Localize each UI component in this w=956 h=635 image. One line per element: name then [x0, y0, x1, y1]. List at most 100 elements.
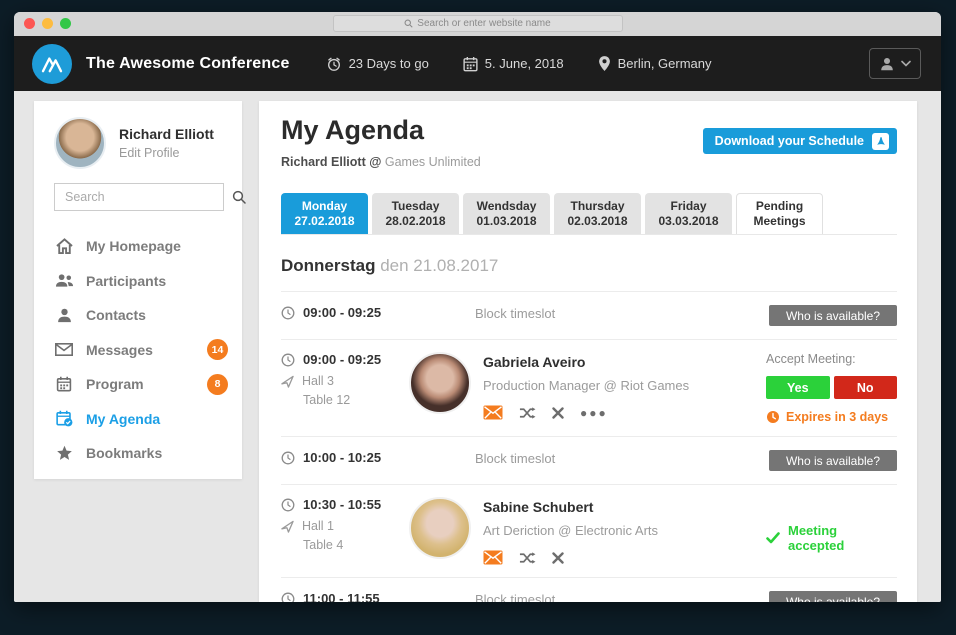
accept-no-button[interactable]: No [834, 376, 898, 399]
tab-day-label: Friday [670, 199, 706, 214]
tab-day-label: Wendsday [477, 199, 537, 214]
timeslot-label: Block timeslot [409, 450, 769, 466]
conference-logo[interactable] [32, 44, 72, 84]
participant-role: Production Manager @ Riot Games [483, 378, 766, 393]
tab-date-label: 28.02.2018 [385, 214, 445, 229]
meeting-accepted-status: Meeting accepted [766, 523, 897, 553]
tab-date-label: 27.02.2018 [294, 214, 354, 229]
day-heading-day: Donnerstag [281, 256, 375, 275]
profile-block: Richard Elliott Edit Profile [34, 101, 242, 169]
countdown-label: 23 Days to go [349, 56, 429, 71]
sidebar-item-label: Bookmarks [86, 445, 162, 461]
star-icon [54, 445, 74, 461]
event-location-label: Berlin, Germany [618, 56, 712, 71]
agenda-row-meeting: 09:00 - 09:25 Hall 3 Table 12 Gabriela A… [281, 339, 897, 436]
pdf-icon [872, 133, 889, 150]
chevron-down-icon [901, 60, 911, 67]
tab-friday[interactable]: Friday 03.03.2018 [645, 193, 732, 234]
sidebar-item-label: Participants [86, 273, 166, 289]
navigation-arrow-icon [281, 375, 294, 388]
who-is-available-button[interactable]: Who is available? [769, 591, 897, 602]
participant-avatar[interactable] [409, 497, 471, 559]
sidebar-item-contacts[interactable]: Contacts [54, 298, 228, 333]
contact-icon [54, 308, 74, 323]
subtitle-name: Richard Elliott @ [281, 155, 381, 169]
agenda-row-meeting: 10:30 - 10:55 Hall 1 Table 4 Sabine Schu… [281, 484, 897, 577]
minimize-window-button[interactable] [42, 18, 53, 29]
tab-thursday[interactable]: Thursday 02.03.2018 [554, 193, 641, 234]
who-is-available-button[interactable]: Who is available? [769, 305, 897, 326]
table-label: Table 4 [303, 538, 409, 552]
clock-icon [281, 451, 295, 465]
day-tabs: Monday 27.02.2018 Tuesday 28.02.2018 Wen… [281, 193, 897, 235]
sidebar-item-my-homepage[interactable]: My Homepage [54, 229, 228, 264]
envelope-icon [54, 343, 74, 356]
clock-icon [281, 353, 295, 367]
timeslot-label: Block timeslot [409, 591, 769, 602]
agenda-row-block: 09:00 - 09:25 Block timeslot Who is avai… [281, 291, 897, 339]
participant-name[interactable]: Sabine Schubert [483, 499, 766, 515]
table-label: Table 12 [303, 393, 409, 407]
agenda-row-block: 10:00 - 10:25 Block timeslot Who is avai… [281, 436, 897, 484]
tab-date-label: 01.03.2018 [476, 214, 536, 229]
search-icon[interactable] [232, 190, 246, 204]
tab-monday[interactable]: Monday 27.02.2018 [281, 193, 368, 234]
close-window-button[interactable] [24, 18, 35, 29]
sidebar-item-messages[interactable]: Messages 14 [54, 333, 228, 368]
cancel-meeting-icon[interactable] [552, 552, 564, 564]
clock-icon [281, 592, 295, 603]
clock-icon [281, 498, 295, 512]
sidebar-item-label: My Agenda [86, 411, 160, 427]
timeslot-label: Block timeslot [409, 305, 769, 321]
zoom-window-button[interactable] [60, 18, 71, 29]
sidebar-item-label: My Homepage [86, 238, 181, 254]
tab-date-label: Meetings [753, 214, 805, 229]
accept-meeting-label: Accept Meeting: [766, 352, 897, 366]
day-heading: Donnerstag den 21.08.2017 [281, 256, 897, 276]
send-message-icon[interactable] [483, 405, 503, 420]
edit-profile-link[interactable]: Edit Profile [119, 146, 214, 160]
browser-address-bar[interactable]: Search or enter website name [333, 15, 623, 32]
more-options-icon[interactable]: ●●● [580, 406, 608, 420]
sidebar-item-program[interactable]: Program 8 [54, 367, 228, 402]
sidebar: Richard Elliott Edit Profile My Homepage… [34, 101, 242, 479]
navigation-arrow-icon [281, 520, 294, 533]
sidebar-item-participants[interactable]: Participants [54, 264, 228, 299]
sidebar-search-input[interactable] [55, 190, 232, 204]
download-schedule-button[interactable]: Download your Schedule [703, 128, 897, 154]
user-icon [879, 56, 895, 72]
expires-label: Expires in 3 days [786, 410, 888, 424]
reschedule-shuffle-icon[interactable] [519, 406, 536, 420]
sidebar-item-bookmarks[interactable]: Bookmarks [54, 436, 228, 471]
cancel-meeting-icon[interactable] [552, 407, 564, 419]
reschedule-shuffle-icon[interactable] [519, 551, 536, 565]
browser-chrome: Search or enter website name [14, 12, 941, 36]
browser-window: Search or enter website name The Awesome… [14, 12, 941, 602]
expires-clock-icon [766, 410, 780, 424]
tab-pending-meetings[interactable]: Pending Meetings [736, 193, 823, 234]
timeslot-time: 11:00 - 11:55 [303, 591, 380, 602]
participant-name[interactable]: Gabriela Aveiro [483, 354, 766, 370]
send-message-icon[interactable] [483, 550, 503, 565]
sidebar-item-label: Contacts [86, 307, 146, 323]
agenda-panel: My Agenda Richard Elliott @ Games Unlimi… [259, 101, 917, 602]
timeslot-time: 09:00 - 09:25 [303, 352, 381, 367]
day-heading-date: den 21.08.2017 [375, 256, 498, 275]
subtitle-company: Games Unlimited [385, 155, 481, 169]
agenda-row-block: 11:00 - 11:55 Block timeslot Who is avai… [281, 577, 897, 602]
hall-label: Hall 3 [302, 374, 334, 388]
sidebar-item-label: Messages [86, 342, 153, 358]
participant-avatar[interactable] [409, 352, 471, 414]
sidebar-item-my-agenda[interactable]: My Agenda [54, 402, 228, 437]
tab-wednesday[interactable]: Wendsday 01.03.2018 [463, 193, 550, 234]
download-schedule-label: Download your Schedule [715, 134, 864, 148]
accept-yes-button[interactable]: Yes [766, 376, 830, 399]
profile-avatar[interactable] [54, 117, 106, 169]
participants-icon [54, 273, 74, 288]
countdown: 23 Days to go [326, 56, 429, 72]
logo-mountain-icon [41, 55, 63, 73]
tab-tuesday[interactable]: Tuesday 28.02.2018 [372, 193, 459, 234]
user-menu-button[interactable] [869, 48, 921, 79]
location-pin-icon [598, 55, 611, 72]
who-is-available-button[interactable]: Who is available? [769, 450, 897, 471]
